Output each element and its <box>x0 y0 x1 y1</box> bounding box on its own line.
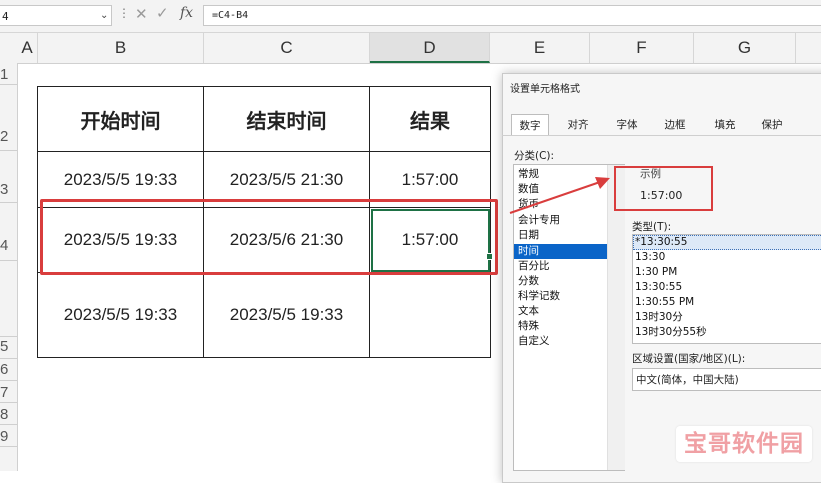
row-header-9[interactable]: 9 <box>0 428 17 445</box>
tab-font[interactable]: 字体 <box>607 114 647 136</box>
header-result[interactable]: 结果 <box>369 86 491 152</box>
row-divider <box>0 380 17 381</box>
row-divider <box>0 402 17 403</box>
category-item-scientific[interactable]: 科学记数 <box>518 289 560 304</box>
arrow-icon <box>509 177 610 214</box>
insert-function-icon[interactable]: fx <box>180 5 193 21</box>
locale-label: 区域设置(国家/地区)(L): <box>632 353 746 365</box>
header-end-time[interactable]: 结束时间 <box>203 86 370 152</box>
row-divider <box>0 260 17 261</box>
category-item-fraction[interactable]: 分数 <box>518 274 539 289</box>
row-divider <box>0 84 17 85</box>
row-divider <box>0 446 17 447</box>
dialog-title: 设置单元格格式 <box>510 84 580 95</box>
column-header-B[interactable]: B <box>38 33 204 63</box>
chevron-down-icon[interactable]: ⌄ <box>100 5 108 26</box>
column-header-G[interactable]: G <box>694 33 796 63</box>
tab-border[interactable]: 边框 <box>655 114 695 136</box>
type-label: 类型(T): <box>632 221 672 233</box>
row-divider <box>0 424 17 425</box>
locale-value: 中文(简体，中国大陆) <box>636 374 739 386</box>
category-item-custom[interactable]: 自定义 <box>518 334 550 349</box>
tab-alignment[interactable]: 对齐 <box>559 114 597 136</box>
table-header-row: 开始时间 结束时间 结果 <box>37 86 491 152</box>
category-item-time[interactable]: 时间 <box>518 244 539 259</box>
watermark-logo: 宝哥软件园 <box>676 426 812 462</box>
category-item-percentage[interactable]: 百分比 <box>518 259 550 274</box>
row-divider <box>0 358 17 359</box>
row-divider <box>0 202 17 203</box>
column-header-F[interactable]: F <box>590 33 694 63</box>
column-header-D[interactable]: D <box>370 33 490 63</box>
formula-text: =C4-B4 <box>212 10 249 21</box>
tab-fill[interactable]: 填充 <box>705 114 745 136</box>
column-header-E[interactable]: E <box>490 33 590 63</box>
highlight-box-row <box>40 199 498 275</box>
fill-handle[interactable] <box>486 253 493 260</box>
highlight-box-sample <box>614 166 713 211</box>
table-cell[interactable] <box>369 272 491 358</box>
column-header-C[interactable]: C <box>204 33 370 63</box>
type-item[interactable]: 13:30:55 <box>635 280 682 295</box>
cancel-formula-icon[interactable]: ✕ <box>135 5 148 23</box>
enter-formula-icon[interactable]: ✓ <box>156 4 169 22</box>
table-row: 2023/5/5 19:33 2023/5/5 19:33 <box>37 272 491 358</box>
name-box[interactable]: 4 <box>0 5 112 26</box>
arrow-shaft <box>509 181 601 214</box>
type-item[interactable]: 1:30 PM <box>635 265 677 280</box>
category-item-text[interactable]: 文本 <box>518 304 539 319</box>
table-cell[interactable]: 2023/5/5 19:33 <box>203 272 370 358</box>
table-cell[interactable]: 2023/5/5 19:33 <box>37 272 204 358</box>
type-item[interactable]: 13:30 <box>635 250 665 265</box>
column-header-A[interactable]: A <box>17 33 38 63</box>
row-header-2[interactable]: 2 <box>0 128 17 145</box>
type-item[interactable]: 13时30分 <box>635 310 683 325</box>
more-options-icon: ⋮ <box>118 6 130 20</box>
tab-number[interactable]: 数字 <box>511 114 549 136</box>
tab-divider <box>502 135 821 136</box>
type-item[interactable]: 1:30:55 PM <box>635 295 694 310</box>
row-header-1[interactable]: 1 <box>0 66 17 83</box>
row-header-6[interactable]: 6 <box>0 361 17 378</box>
tab-protection[interactable]: 保护 <box>752 114 792 136</box>
row-header-5[interactable]: 5 <box>0 338 17 355</box>
category-item-date[interactable]: 日期 <box>518 228 539 243</box>
row-divider <box>0 150 17 151</box>
row-divider <box>0 336 17 337</box>
row-header-7[interactable]: 7 <box>0 384 17 401</box>
header-start-time[interactable]: 开始时间 <box>37 86 204 152</box>
type-item[interactable]: *13:30:55 <box>635 235 687 250</box>
category-item-special[interactable]: 特殊 <box>518 319 539 334</box>
row-header-8[interactable]: 8 <box>0 406 17 423</box>
type-item[interactable]: 13时30分55秒 <box>635 325 707 340</box>
formula-input[interactable] <box>203 5 821 26</box>
row-header-3[interactable]: 3 <box>0 181 17 198</box>
row-header-4[interactable]: 4 <box>0 237 17 254</box>
